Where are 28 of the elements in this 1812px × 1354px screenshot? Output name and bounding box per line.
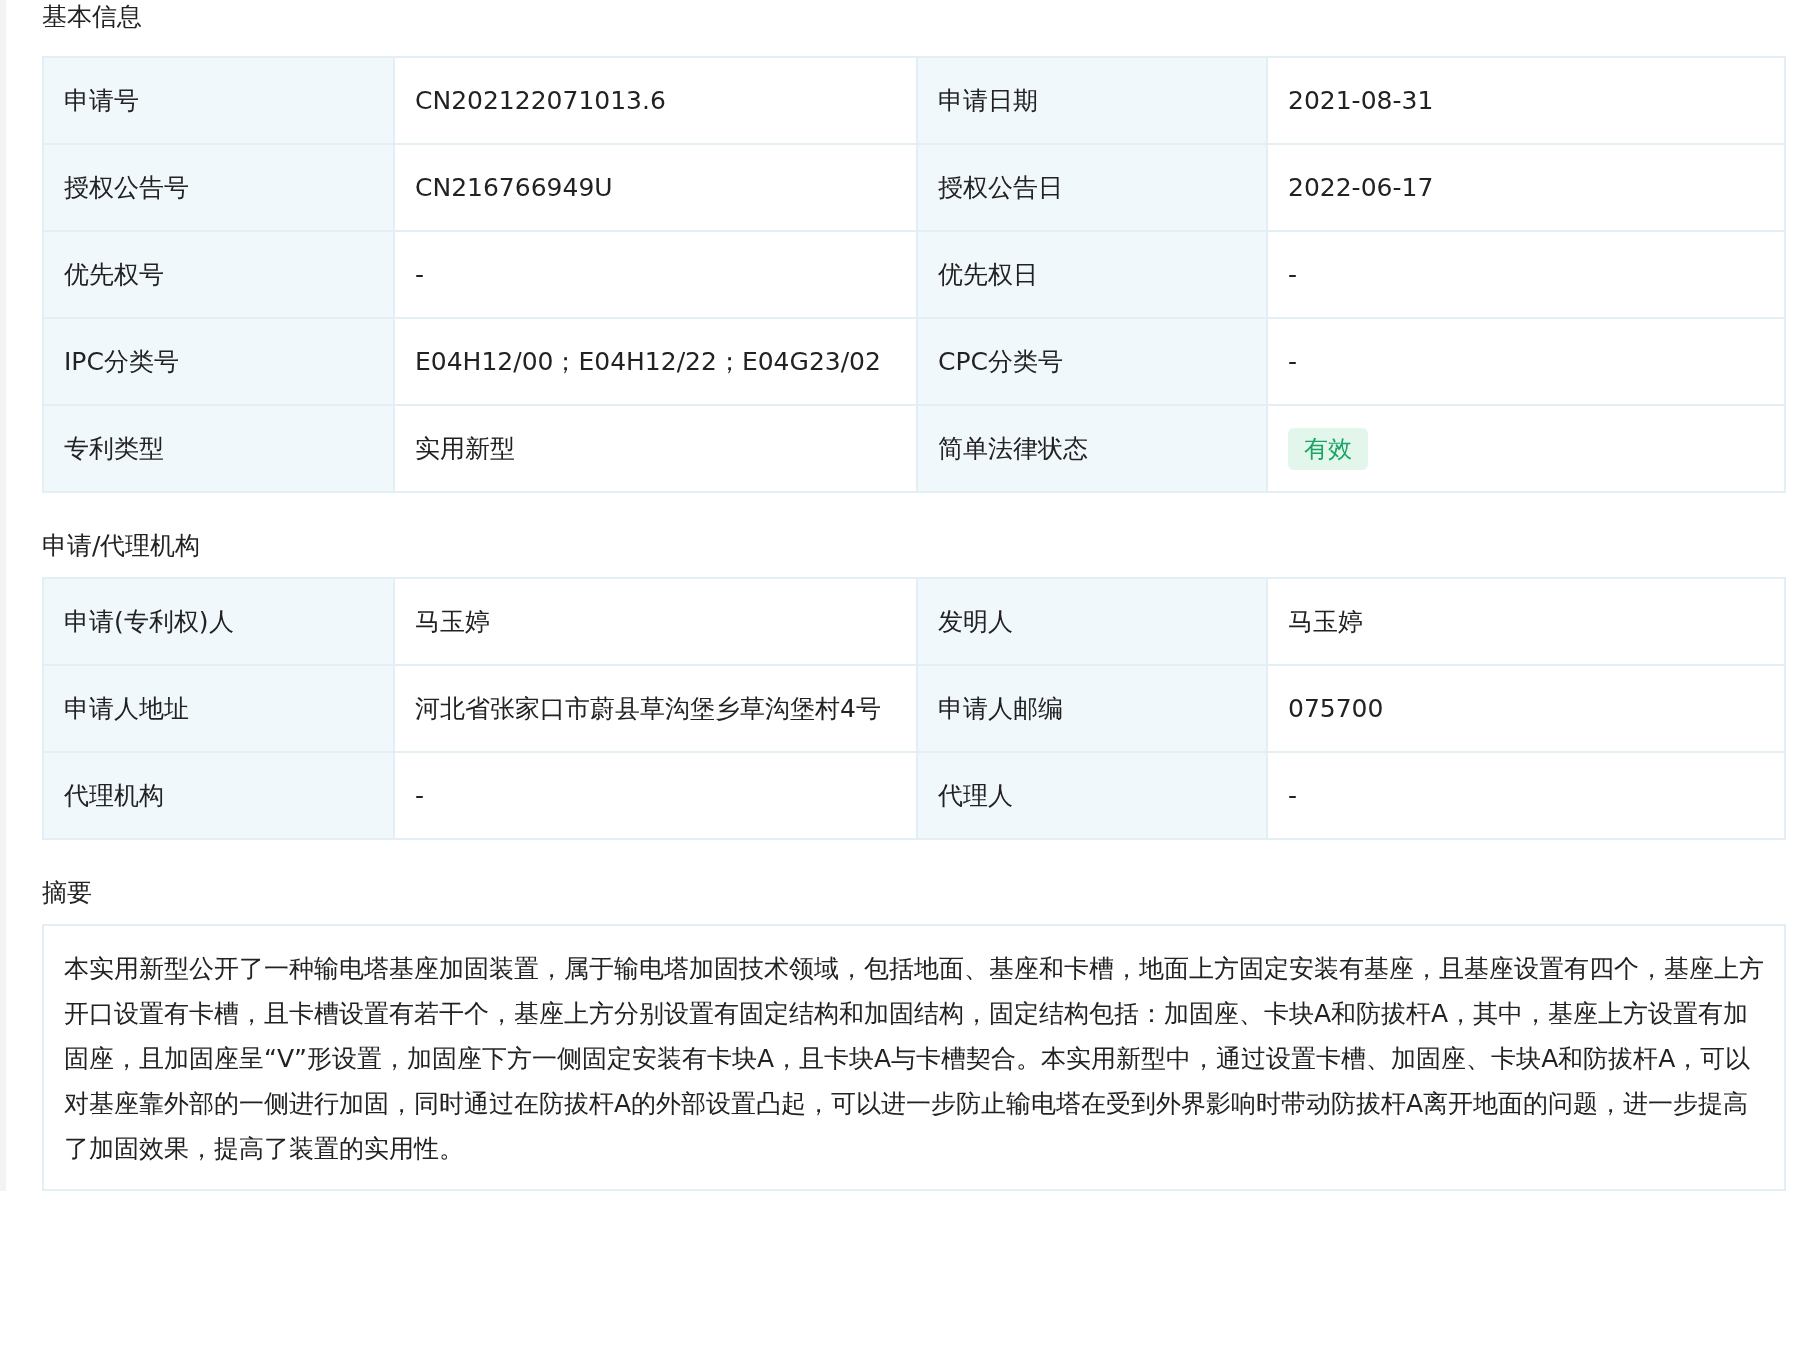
label-cell: CPC分类号 <box>918 319 1268 406</box>
label-cell: 授权公告日 <box>918 145 1268 232</box>
label-cell: 申请号 <box>44 58 395 145</box>
value-cell: 2022-06-17 <box>1268 145 1786 232</box>
label-cell: 代理人 <box>918 753 1268 840</box>
section-title: 申请/代理机构 <box>42 530 202 562</box>
value-cell: - <box>1268 232 1786 319</box>
label-cell: 简单法律状态 <box>918 406 1268 493</box>
section-title: 摘要 <box>42 877 93 909</box>
label-cell: 申请人地址 <box>44 666 395 753</box>
value-cell: 075700 <box>1268 666 1786 753</box>
label-cell: 代理机构 <box>44 753 395 840</box>
section-title: 基本信息 <box>42 1 143 33</box>
value-cell: 马玉婷 <box>1268 579 1786 666</box>
label-cell: 发明人 <box>918 579 1268 666</box>
label-cell: 优先权号 <box>44 232 395 319</box>
label-cell: 优先权日 <box>918 232 1268 319</box>
abstract-text: 本实用新型公开了一种输电塔基座加固装置，属于输电塔加固技术领域，包括地面、基座和卡槽，地面上方固定安装有基座，且基座设置有四个，基座上方开口设置有卡槽，且卡槽设置有若干个，基座上方分别设置有固定结构和加固结构，固定结构包括：加固座、卡块A和防拔杆A，其中，基座上方设置有加固座，且加固座呈“V”形设置，加固座下方一侧固定安装有卡块A，且卡块A与卡槽契合。本实用新型中，通过设置卡槽、加固座、卡块A和防拔杆A，可以对基座靠外部的一侧进行加固，同时通过在防拔杆A的外部设置凸起，可以进一步防止输电塔在受到外界影响时带动防拔杆A离开地面的问题，进一步提高了加固效果，提高了装置的实用性。 <box>42 924 1786 1191</box>
value-cell: - <box>1268 319 1786 406</box>
label-cell: 申请人邮编 <box>918 666 1268 753</box>
value-cell: 2021-08-31 <box>1268 58 1786 145</box>
value-cell: - <box>1268 753 1786 840</box>
label-cell: 申请日期 <box>918 58 1268 145</box>
label-cell: IPC分类号 <box>44 319 395 406</box>
label-cell: 授权公告号 <box>44 145 395 232</box>
status-tag: 有效 <box>1288 427 1368 470</box>
label-cell: 申请(专利权)人 <box>44 579 395 666</box>
label-cell: 专利类型 <box>44 406 395 493</box>
